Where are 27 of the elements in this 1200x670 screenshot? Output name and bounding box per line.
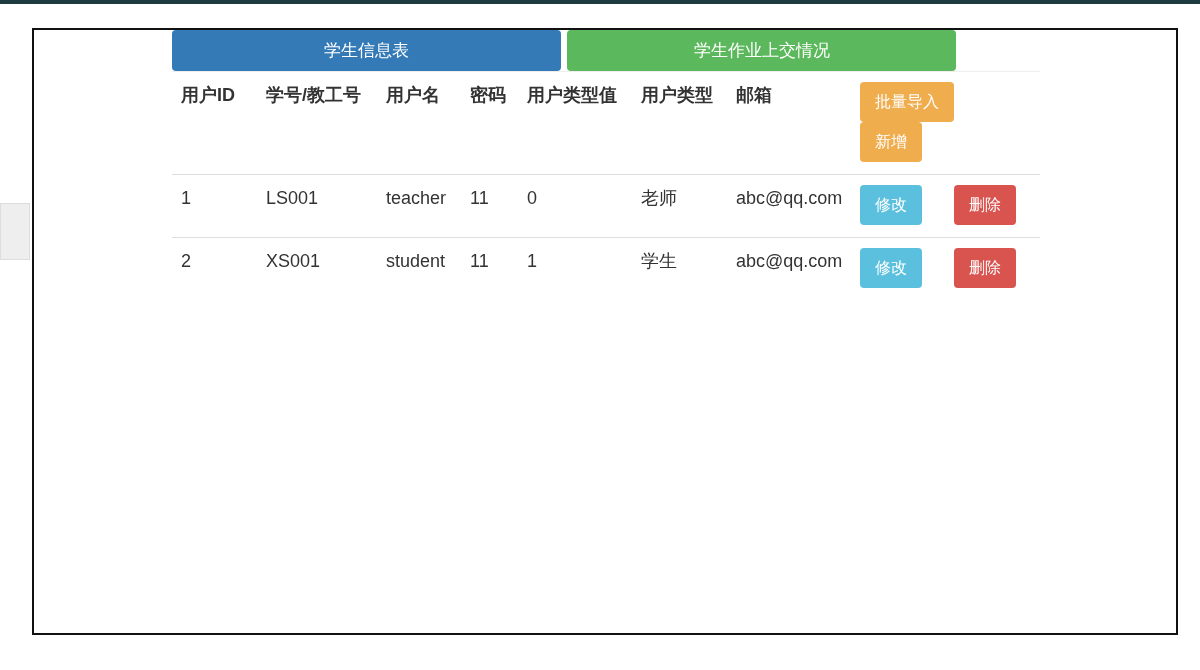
- table-cell: LS001: [257, 174, 377, 238]
- table-cell: 11: [461, 237, 518, 300]
- column-header: 用户类型: [632, 71, 727, 175]
- column-header: 用户名: [377, 71, 461, 175]
- delete-button[interactable]: 删除: [954, 248, 1016, 288]
- table-cell: student: [377, 237, 461, 300]
- table-cell: 1: [172, 174, 257, 238]
- table-cell: 学生: [632, 237, 727, 300]
- delete-button[interactable]: 删除: [954, 185, 1016, 225]
- action-button[interactable]: 新增: [860, 122, 922, 162]
- action-button[interactable]: 批量导入: [860, 82, 954, 122]
- table-cell: 0: [518, 174, 632, 238]
- table-cell: XS001: [257, 237, 377, 300]
- side-panel: [0, 203, 30, 260]
- table-cell: 2: [172, 237, 257, 300]
- column-header: 学号/教工号: [257, 71, 377, 175]
- column-header: 用户类型值: [518, 71, 632, 175]
- table-cell: 11: [461, 174, 518, 238]
- table-cell: 1: [518, 237, 632, 300]
- edit-button[interactable]: 修改: [860, 248, 922, 288]
- table-cell: 老师: [632, 174, 727, 238]
- column-header: 密码: [461, 71, 518, 175]
- table-cell: teacher: [377, 174, 461, 238]
- edit-button[interactable]: 修改: [860, 185, 922, 225]
- column-header: 用户ID: [172, 71, 257, 175]
- tab[interactable]: 学生信息表: [172, 30, 561, 71]
- tab[interactable]: 学生作业上交情况: [567, 30, 956, 71]
